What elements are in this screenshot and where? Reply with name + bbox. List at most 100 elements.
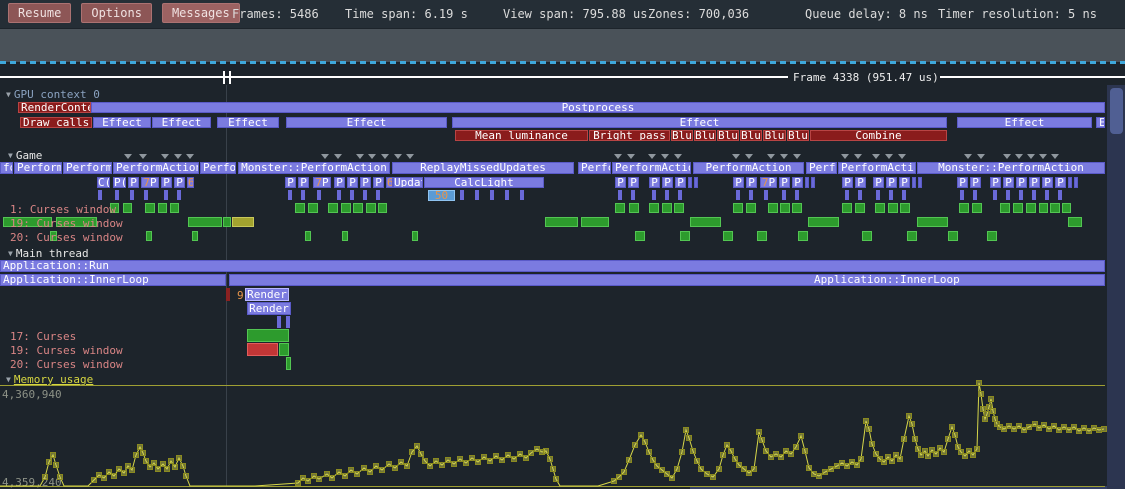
zone-marker-icon[interactable]	[406, 154, 414, 159]
zone-P[interactable]: P	[615, 177, 626, 188]
zone-Perform[interactable]: Perform	[14, 162, 62, 174]
lock-activity-box[interactable]	[170, 203, 179, 213]
zone-Monster::PerformAction[interactable]: Monster::PerformAction	[917, 162, 1105, 174]
lock-activity-box[interactable]	[629, 203, 639, 213]
zone-Application-InnerLoop[interactable]: Application::InnerLoop	[0, 274, 226, 286]
zone-marker-icon[interactable]	[745, 154, 753, 159]
zone-marker-icon[interactable]	[1015, 154, 1023, 159]
zone-Bright pass[interactable]: Bright pass	[589, 130, 670, 141]
lock-activity-box[interactable]	[412, 231, 418, 241]
zone-P[interactable]: P	[298, 177, 309, 188]
zone-Application-InnerLoop[interactable]: Application::InnerLoop	[229, 274, 1105, 286]
zone-P[interactable]: P	[1029, 177, 1040, 188]
zone-marker-icon[interactable]	[872, 154, 880, 159]
zone-tiny[interactable]	[694, 177, 698, 188]
lock-activity-box[interactable]	[1000, 203, 1010, 213]
zone-Blur[interactable]: Blur	[740, 130, 762, 141]
zone-marker-icon[interactable]	[885, 154, 893, 159]
zone-Blur[interactable]: Blur	[717, 130, 739, 141]
section-header-game[interactable]: ▼Game	[8, 149, 42, 162]
zone-tiny[interactable]	[811, 177, 815, 188]
zone-collapsed-50[interactable]: 50	[428, 190, 455, 201]
zone-Effect[interactable]: Effect	[217, 117, 279, 128]
lock-activity-box[interactable]	[1050, 203, 1060, 213]
lock-activity-box[interactable]	[1039, 203, 1048, 213]
zone-Blu[interactable]: Blu	[763, 130, 786, 141]
lock-activity-box[interactable]	[192, 231, 198, 241]
resume-button[interactable]: Resume	[8, 3, 71, 23]
zone-marker-icon[interactable]	[977, 154, 985, 159]
lock-activity-box[interactable]	[378, 203, 387, 213]
lock-activity-box[interactable]	[733, 203, 743, 213]
zone-P[interactable]: P	[792, 177, 803, 188]
lock-activity-box[interactable]	[972, 203, 982, 213]
zone-ReplayMissedUpdates[interactable]: ReplayMissedUpdates	[392, 162, 574, 174]
lock-activity-box[interactable]	[247, 329, 289, 342]
frame-boundary-marker[interactable]	[229, 71, 231, 84]
zone-P([interactable]: P(	[113, 177, 126, 188]
zone-P[interactable]: P	[746, 177, 757, 188]
zone-P[interactable]: P	[161, 177, 172, 188]
zone-P[interactable]: P	[373, 177, 384, 188]
zone-P[interactable]: P	[733, 177, 744, 188]
lock-activity-box[interactable]	[247, 343, 278, 356]
lock-activity-box[interactable]	[232, 217, 254, 227]
zone-Application-Run[interactable]: Application::Run	[0, 260, 1105, 272]
zone-tiny-red[interactable]	[226, 288, 230, 301]
zone-P[interactable]: P	[675, 177, 686, 188]
zone-marker-icon[interactable]	[767, 154, 775, 159]
zone-Ef[interactable]: Ef	[1096, 117, 1105, 128]
zone-C([interactable]: C(	[97, 177, 110, 188]
zone-marker-icon[interactable]	[1003, 154, 1011, 159]
zone-tiny[interactable]	[918, 177, 922, 188]
zone-marker-icon[interactable]	[174, 154, 182, 159]
zone-Mean luminance[interactable]: Mean luminance	[455, 130, 588, 141]
zone-Effect[interactable]: Effect	[93, 117, 151, 128]
zone-tiny[interactable]	[805, 177, 809, 188]
lock-activity-box[interactable]	[875, 203, 885, 213]
zone-PerformAction[interactable]: PerformAction	[693, 162, 804, 174]
lock-activity-box[interactable]	[798, 231, 808, 241]
zone-Postprocess[interactable]: Postprocess	[91, 102, 1105, 113]
zone-P[interactable]: 7P	[141, 177, 159, 188]
lock-activity-box[interactable]	[279, 343, 289, 356]
lock-activity-box[interactable]	[1013, 203, 1023, 213]
zone-Perfc[interactable]: Perfc	[578, 162, 611, 174]
lock-activity-box[interactable]	[308, 203, 318, 213]
zone-Render[interactable]: Render	[247, 302, 291, 315]
lock-activity-box[interactable]	[581, 217, 609, 227]
zone-Draw calls[interactable]: Draw calls	[20, 117, 92, 128]
section-header-gpu[interactable]: ▼GPU context 0	[6, 88, 100, 101]
zone-marker-icon[interactable]	[1027, 154, 1035, 159]
lock-activity-box[interactable]	[907, 231, 917, 241]
zone-marker-icon[interactable]	[139, 154, 147, 159]
zone-marker-icon[interactable]	[356, 154, 364, 159]
zone-marker-icon[interactable]	[964, 154, 972, 159]
frame-overview-strip[interactable]	[0, 29, 1125, 62]
zone-marker-icon[interactable]	[161, 154, 169, 159]
zone-Effect[interactable]: Effect	[152, 117, 211, 128]
zone-Blur[interactable]: Blur	[671, 130, 693, 141]
zone-marker-icon[interactable]	[334, 154, 342, 159]
zone-marker-icon[interactable]	[368, 154, 376, 159]
lock-activity-box[interactable]	[223, 217, 231, 227]
lock-activity-box[interactable]	[680, 231, 690, 241]
lock-activity-box[interactable]	[948, 231, 958, 241]
lock-activity-box[interactable]	[123, 203, 132, 213]
zone-P[interactable]: P	[873, 177, 884, 188]
lock-activity-box[interactable]	[158, 203, 167, 213]
options-button[interactable]: Options	[81, 3, 152, 23]
lock-activity-box[interactable]	[188, 217, 222, 227]
lock-activity-box[interactable]	[286, 357, 291, 370]
lock-activity-box[interactable]	[1026, 203, 1036, 213]
lock-activity-box[interactable]	[615, 203, 625, 213]
lock-activity-box[interactable]	[342, 231, 348, 241]
zone-Effect[interactable]: Effect	[286, 117, 447, 128]
zone-P[interactable]: P	[842, 177, 853, 188]
zone-P[interactable]: P	[128, 177, 139, 188]
section-header-main-thread[interactable]: ▼Main thread	[8, 247, 89, 260]
zone-marker-icon[interactable]	[321, 154, 329, 159]
zone-P[interactable]: P	[347, 177, 358, 188]
lock-activity-box[interactable]	[917, 217, 948, 227]
zone-Combine[interactable]: Combine	[810, 130, 947, 141]
